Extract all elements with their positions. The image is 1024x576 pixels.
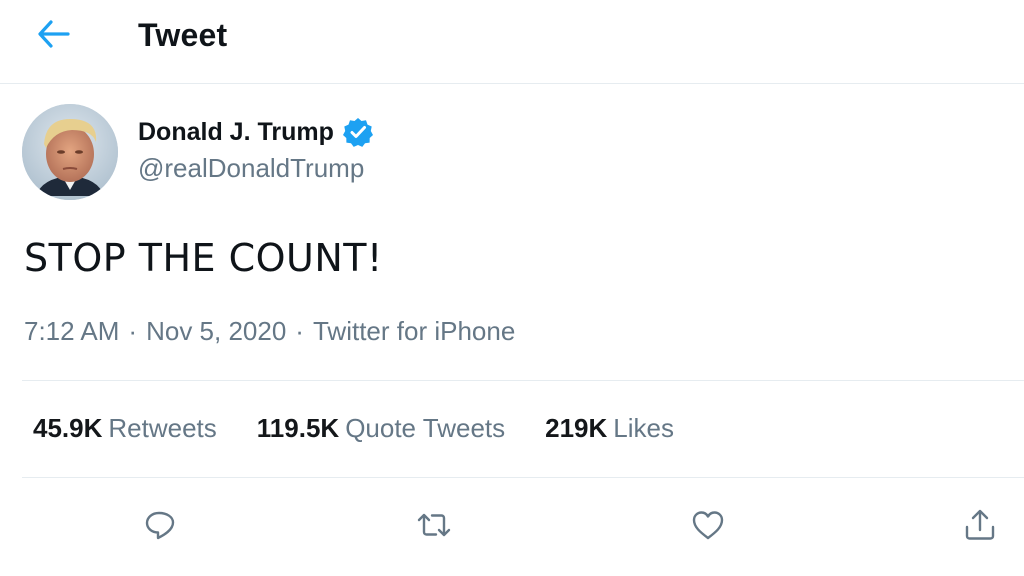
author-handle[interactable]: @realDonaldTrump — [138, 153, 364, 184]
author-name[interactable]: Donald J. Trump — [138, 116, 374, 148]
retweets-count: 45.9K — [33, 413, 103, 443]
like-button[interactable] — [683, 500, 733, 550]
tweet-source[interactable]: Twitter for iPhone — [313, 316, 515, 347]
tweet-meta: 7:12 AM · Nov 5, 2020 · Twitter for iPho… — [24, 316, 515, 347]
retweets-label: Retweets — [108, 413, 217, 443]
page-title: Tweet — [138, 17, 228, 53]
heart-icon — [692, 511, 724, 540]
meta-separator: · — [128, 316, 138, 346]
arrow-left-icon — [38, 20, 70, 48]
retweets-stat[interactable]: 45.9K Retweets — [33, 413, 217, 444]
author-name-text: Donald J. Trump — [138, 117, 334, 146]
verified-badge-icon — [342, 116, 374, 148]
back-button[interactable] — [30, 14, 78, 54]
likes-label: Likes — [613, 413, 674, 443]
divider — [22, 477, 1024, 478]
share-button[interactable] — [955, 500, 1005, 550]
quote-tweets-label: Quote Tweets — [345, 413, 506, 443]
quote-tweets-stat[interactable]: 119.5K Quote Tweets — [257, 413, 505, 444]
likes-count: 219K — [545, 413, 608, 443]
meta-separator: · — [295, 316, 304, 346]
avatar-image — [22, 104, 118, 200]
reply-icon — [145, 511, 175, 540]
reply-button[interactable] — [135, 500, 185, 550]
divider — [22, 380, 1024, 381]
tweet-stats: 45.9K Retweets 119.5K Quote Tweets 219K … — [33, 413, 714, 444]
retweet-button[interactable] — [409, 500, 459, 550]
share-icon — [965, 509, 995, 540]
retweet-icon — [417, 513, 451, 537]
likes-stat[interactable]: 219K Likes — [545, 413, 674, 444]
quote-tweets-count: 119.5K — [256, 413, 340, 443]
tweet-date[interactable]: Nov 5, 2020 — [146, 316, 286, 347]
page-header: Tweet — [0, 0, 1024, 84]
tweet-actions — [0, 500, 1024, 550]
tweet-text: STOP THE COUNT! — [24, 236, 383, 280]
tweet-time[interactable]: 7:12 AM — [24, 316, 119, 347]
avatar[interactable] — [22, 104, 118, 200]
